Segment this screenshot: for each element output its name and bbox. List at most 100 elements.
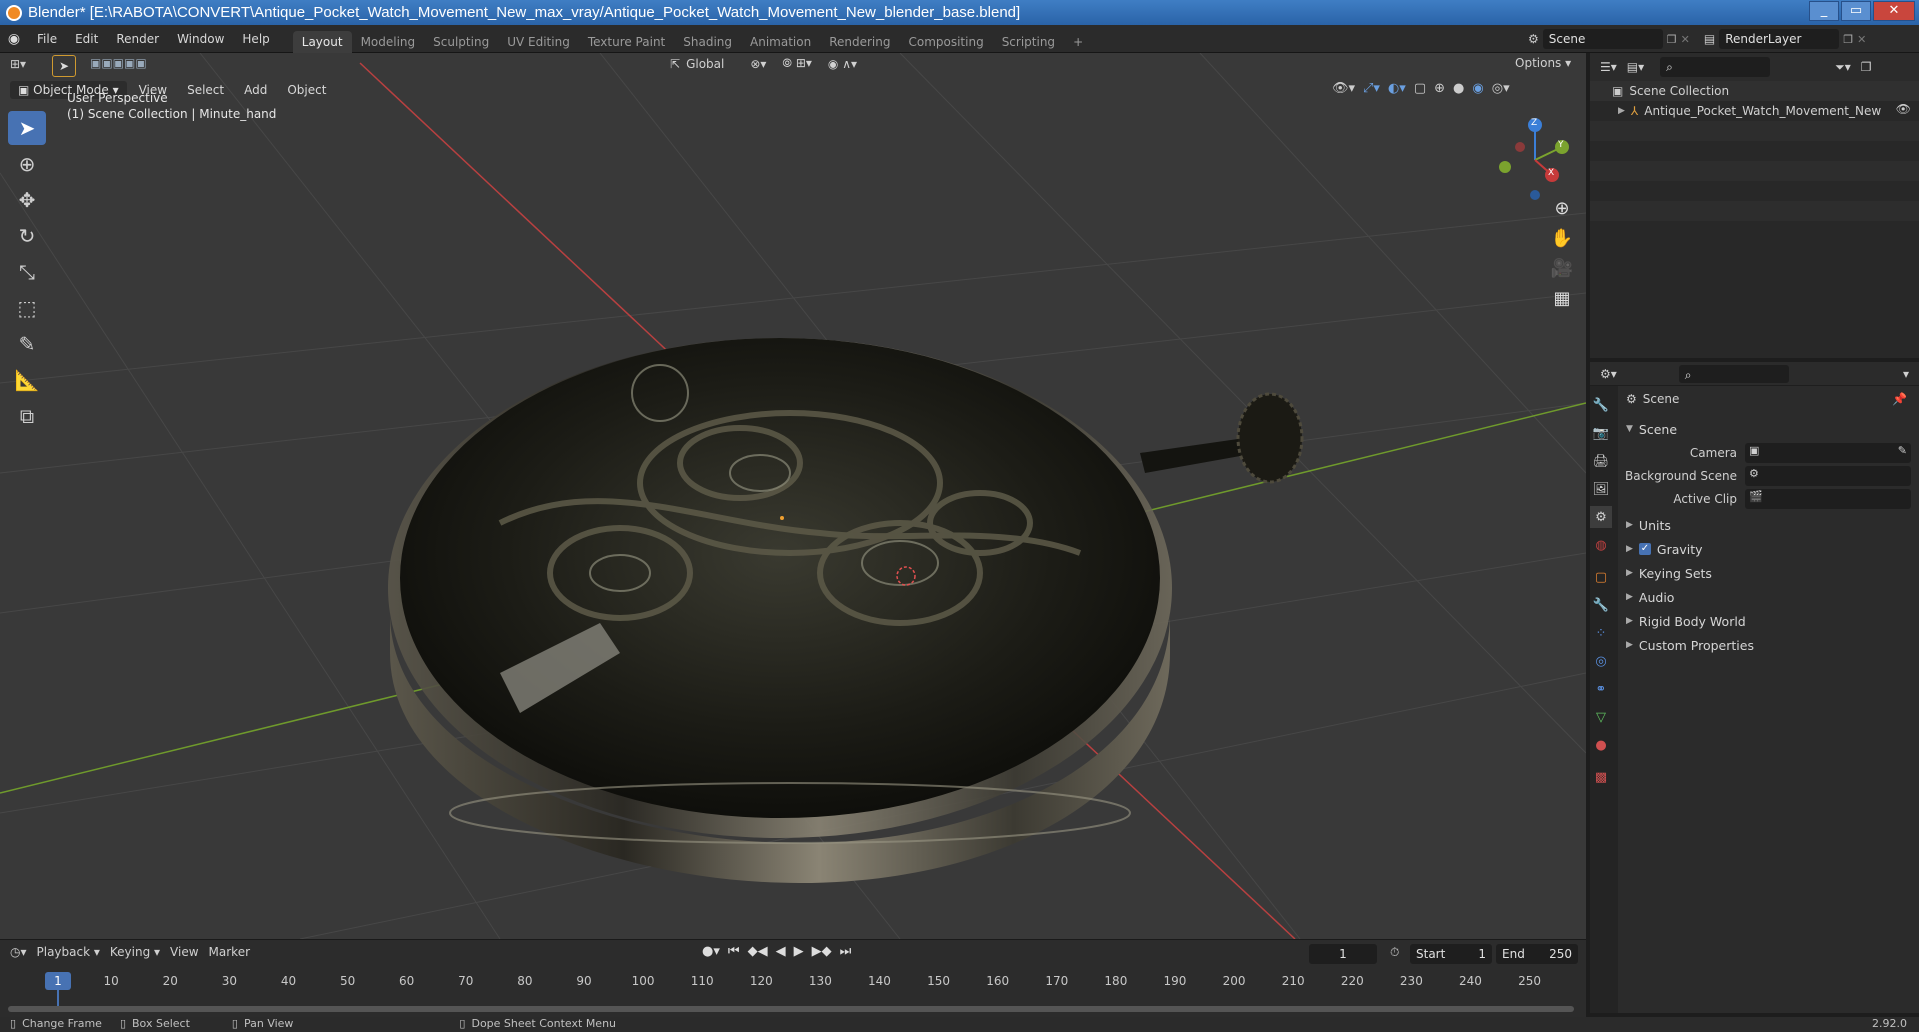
timeline-scrollbar[interactable]	[8, 1006, 1574, 1012]
editor-type-icon[interactable]: ⊞▾	[10, 57, 26, 71]
close-button[interactable]: ✕	[1873, 1, 1915, 21]
outliner-search-input[interactable]: ⌕	[1660, 57, 1771, 77]
active-clip-field[interactable]: 🎬	[1745, 489, 1911, 509]
gravity-checkbox[interactable]: ✓	[1638, 543, 1651, 555]
constraints-tab-icon[interactable]: ⚭	[1590, 678, 1612, 700]
play-icon[interactable]: ▶	[794, 944, 804, 959]
texture-tab-icon[interactable]: ▩	[1590, 766, 1612, 788]
outliner-row-object[interactable]: ▶ ⅄ Antique_Pocket_Watch_Movement_New 👁	[1590, 101, 1919, 121]
visibility-icon[interactable]: 👁▾	[1332, 81, 1355, 96]
menu-add[interactable]: Add	[236, 83, 275, 97]
pin-icon[interactable]: 📌	[1892, 392, 1907, 406]
outliner-editor-icon[interactable]: ☰▾	[1600, 60, 1617, 74]
particles-tab-icon[interactable]: ⁘	[1590, 622, 1612, 644]
data-tab-icon[interactable]: ▽	[1590, 706, 1612, 728]
menu-playback[interactable]: Playback ▾	[37, 945, 100, 959]
panel-audio[interactable]: ▶ Audio	[1626, 586, 1674, 608]
navigation-gizmo[interactable]: Z Y X	[1490, 115, 1580, 205]
panel-gravity[interactable]: ▶ ✓ Gravity	[1626, 538, 1703, 560]
properties-search-input[interactable]: ⌕	[1678, 364, 1789, 383]
add-workspace-button[interactable]: +	[1064, 31, 1092, 53]
physics-tab-icon[interactable]: ◎	[1590, 650, 1612, 672]
tab-shading[interactable]: Shading	[674, 31, 741, 53]
gizmo-toggle-icon[interactable]: ⤢▾	[1363, 81, 1380, 96]
scale-tool[interactable]: ⤡	[8, 255, 46, 289]
object-tab-icon[interactable]: ▢	[1590, 566, 1612, 588]
tab-modeling[interactable]: Modeling	[352, 31, 425, 53]
rendered-shading-icon[interactable]: ◎▾	[1492, 81, 1510, 96]
properties-editor-icon[interactable]: ⚙▾	[1600, 367, 1617, 381]
panel-keying-sets[interactable]: ▶ Keying Sets	[1626, 562, 1712, 584]
tab-sculpting[interactable]: Sculpting	[424, 31, 498, 53]
snap-icon[interactable]: ⦾ ⊞▾	[782, 56, 812, 71]
material-tab-icon[interactable]: ●	[1590, 734, 1612, 756]
world-tab-icon[interactable]: ◍	[1590, 534, 1612, 556]
overlay-toggle-icon[interactable]: ◐▾	[1388, 81, 1406, 96]
panel-scene[interactable]: ▼ Scene	[1626, 418, 1677, 440]
tab-scripting[interactable]: Scripting	[993, 31, 1064, 53]
camera-view-icon[interactable]: 🎥	[1547, 253, 1577, 283]
menu-edit[interactable]: Edit	[66, 25, 107, 53]
camera-field[interactable]: ▣ ✎	[1745, 443, 1911, 463]
zoom-icon[interactable]: ⊕	[1547, 193, 1577, 223]
jump-keyframe-back-icon[interactable]: ◆◀	[748, 944, 768, 959]
move-tool[interactable]: ✥	[8, 183, 46, 217]
tab-animation[interactable]: Animation	[741, 31, 820, 53]
timeline-editor-icon[interactable]: ◷▾	[10, 945, 27, 959]
tool-tab-icon[interactable]: 🔧	[1590, 394, 1612, 416]
annotate-tool[interactable]: ✎	[8, 327, 46, 361]
renderlayer-selector[interactable]: RenderLayer	[1719, 29, 1840, 49]
menu-help[interactable]: Help	[233, 25, 278, 53]
properties-options-icon[interactable]: ▾	[1903, 367, 1909, 381]
pan-hand-icon[interactable]: ✋	[1547, 223, 1577, 253]
jump-end-icon[interactable]: ⏭	[840, 944, 852, 959]
menu-keying[interactable]: Keying ▾	[110, 945, 160, 959]
3d-viewport[interactable]: ⊞▾ ➤ ▣▣▣▣▣ ⇱ Global ⊗▾ ⦾ ⊞▾ ◉ ∧▾ Options…	[0, 53, 1586, 939]
remove-scene-icon[interactable]: ✕	[1681, 33, 1690, 46]
panel-custom-properties[interactable]: ▶ Custom Properties	[1626, 634, 1754, 656]
display-mode-icon[interactable]: ▤▾	[1627, 60, 1644, 74]
auto-keying-icon[interactable]: ●▾	[702, 944, 720, 959]
background-scene-field[interactable]: ⚙	[1745, 466, 1911, 486]
transform-tool[interactable]: ⬚	[8, 291, 46, 325]
remove-layer-icon[interactable]: ✕	[1857, 33, 1866, 46]
tab-compositing[interactable]: Compositing	[899, 31, 992, 53]
tab-layout[interactable]: Layout	[292, 30, 352, 53]
measure-tool[interactable]: 📐	[8, 363, 46, 397]
menu-object[interactable]: Object	[279, 83, 334, 97]
modifier-tab-icon[interactable]: 🔧	[1590, 594, 1612, 616]
transform-orientation[interactable]: Global	[686, 57, 724, 71]
menu-render[interactable]: Render	[107, 25, 168, 53]
start-frame-field[interactable]: Start 1	[1410, 944, 1492, 964]
current-frame-field[interactable]: 1	[1309, 944, 1377, 964]
jump-start-icon[interactable]: ⏮	[728, 944, 740, 959]
selection-modes-icons[interactable]: ▣▣▣▣▣	[90, 56, 147, 70]
xray-icon[interactable]: ▢	[1414, 81, 1426, 96]
new-scene-icon[interactable]: ❐	[1667, 33, 1677, 46]
menu-select[interactable]: Select	[179, 83, 232, 97]
maximize-button[interactable]: ▭	[1841, 1, 1871, 21]
tab-rendering[interactable]: Rendering	[820, 31, 899, 53]
end-frame-field[interactable]: End 250	[1496, 944, 1578, 964]
expand-icon[interactable]: ▶	[1618, 106, 1625, 116]
render-tab-icon[interactable]: 📷	[1590, 422, 1612, 444]
material-shading-icon[interactable]: ◉	[1472, 81, 1483, 96]
panel-rigid-body-world[interactable]: ▶ Rigid Body World	[1626, 610, 1746, 632]
cursor-tool[interactable]: ⊕	[8, 147, 46, 181]
panel-units[interactable]: ▶ Units	[1626, 514, 1671, 536]
eye-icon[interactable]: 👁	[1896, 102, 1911, 116]
add-cube-tool[interactable]: ⧉	[8, 399, 46, 433]
jump-keyframe-forward-icon[interactable]: ▶◆	[812, 944, 832, 959]
wireframe-shading-icon[interactable]: ⊕	[1434, 81, 1445, 96]
solid-shading-icon[interactable]: ●	[1453, 81, 1464, 96]
menu-file[interactable]: File	[28, 25, 66, 53]
proportional-edit-icon[interactable]: ◉ ∧▾	[828, 57, 857, 71]
minimize-button[interactable]: _	[1809, 1, 1839, 21]
pivot-icon[interactable]: ⊗▾	[750, 57, 766, 71]
scene-selector[interactable]: Scene	[1542, 29, 1663, 49]
rotate-tool[interactable]: ↻	[8, 219, 46, 253]
outliner-row-scene-collection[interactable]: ▣ Scene Collection	[1590, 81, 1919, 101]
eyedropper-icon[interactable]: ✎	[1898, 444, 1907, 457]
tab-texture-paint[interactable]: Texture Paint	[579, 31, 674, 53]
play-reverse-icon[interactable]: ◀	[776, 944, 786, 959]
